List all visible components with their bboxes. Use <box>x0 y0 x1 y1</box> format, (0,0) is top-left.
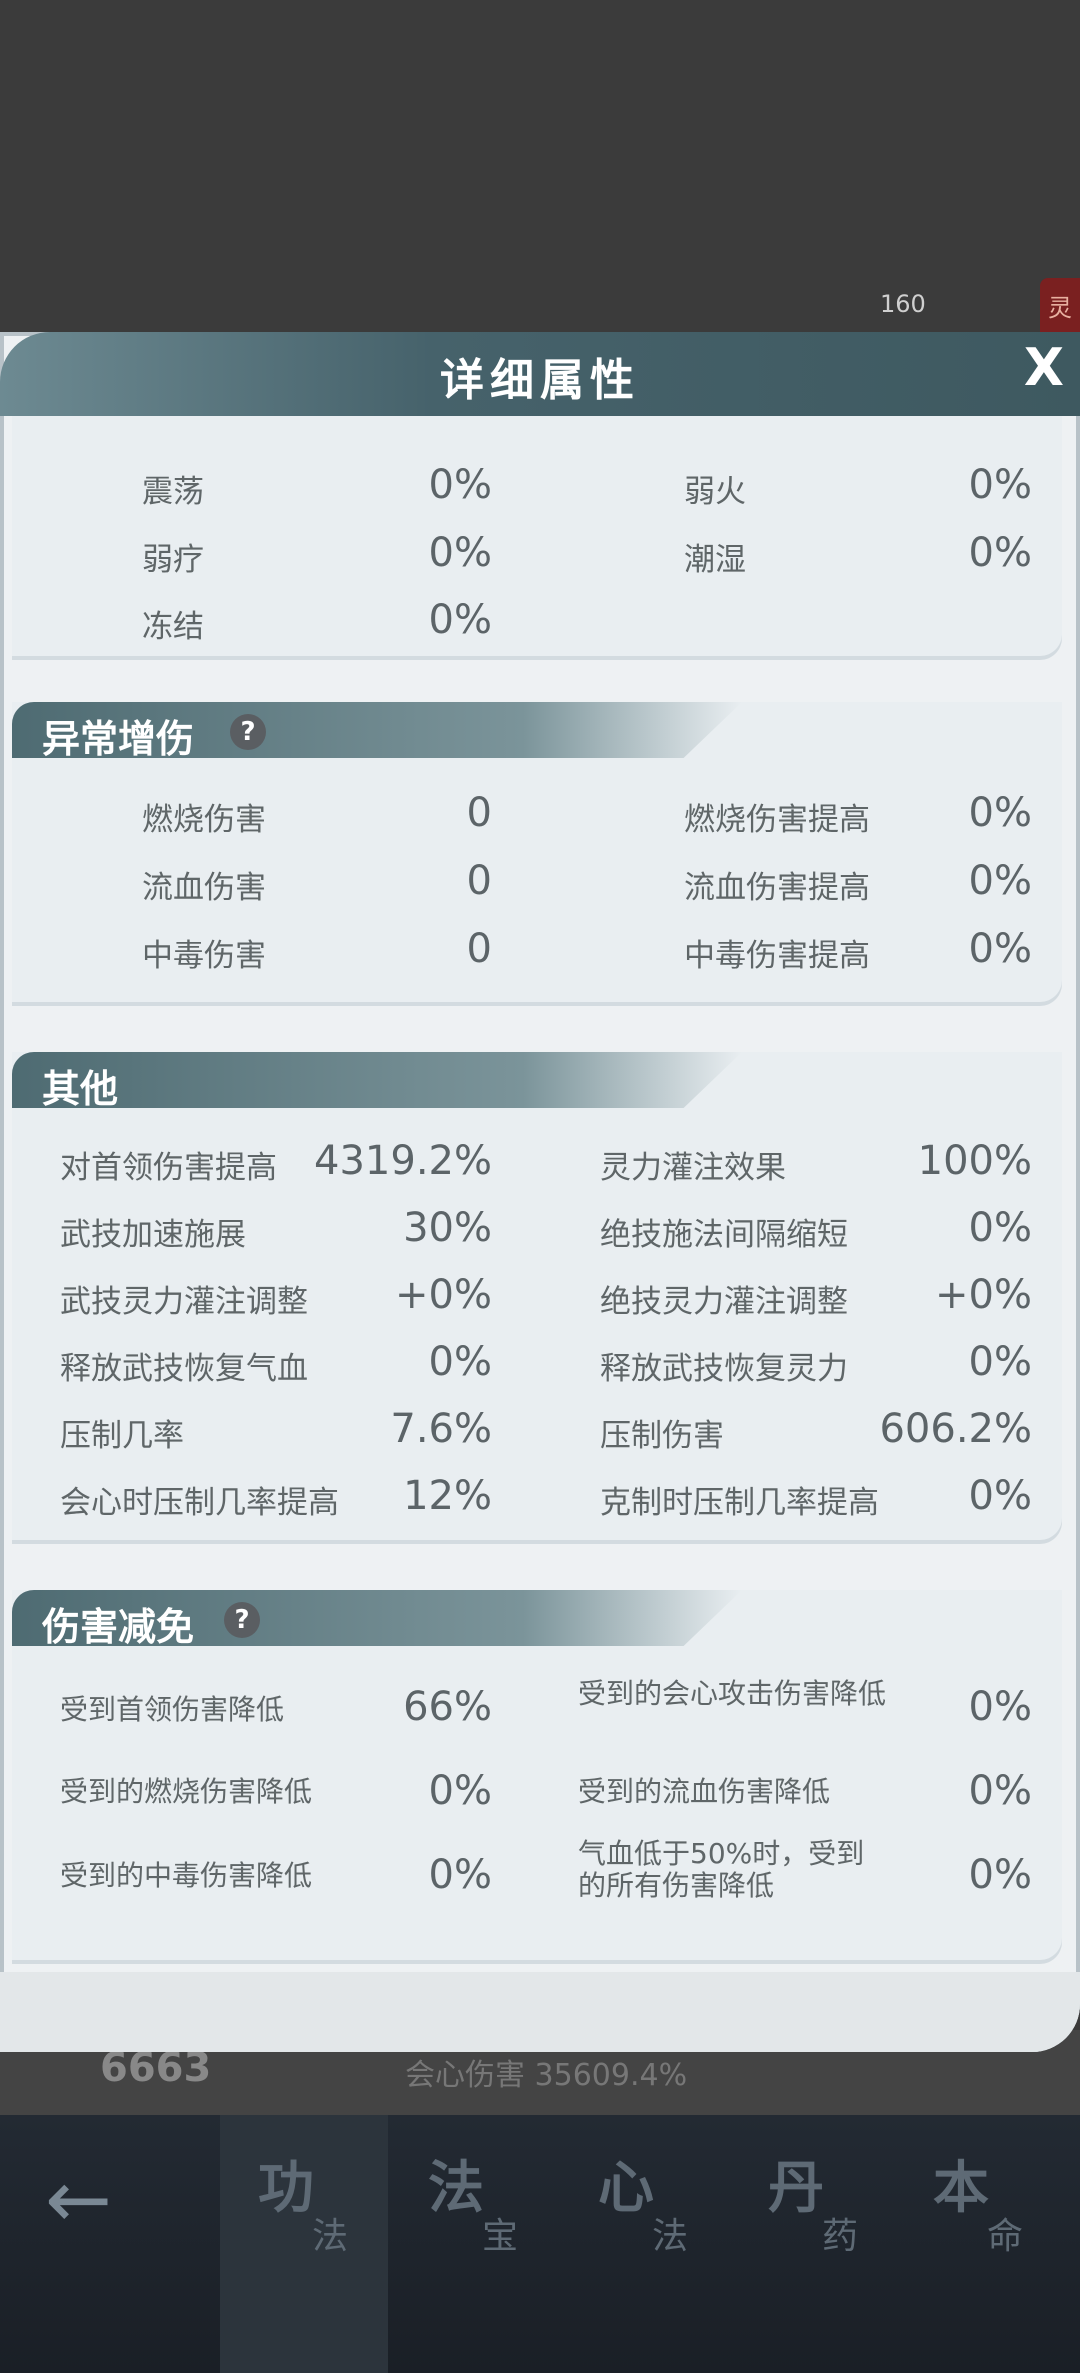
tab-danyao-sub: 药 <box>822 2216 859 2257</box>
stat-value: 0% <box>968 926 1032 972</box>
stat-value: 0% <box>968 1339 1032 1385</box>
section-header: 其他 <box>12 1052 742 1108</box>
stat-value: 4319.2% <box>314 1138 492 1184</box>
dialog-title-bar: 详细属性 X <box>0 332 1080 416</box>
stat-value: 0 <box>466 858 492 904</box>
stat-value: 0% <box>428 462 492 508</box>
dialog-title: 详细属性 <box>440 355 640 406</box>
stat-label: 流血伤害提高 <box>684 870 870 906</box>
background-screen <box>0 0 1080 340</box>
close-icon[interactable]: X <box>1024 342 1064 394</box>
tab-gongfa-sub: 法 <box>312 2216 349 2257</box>
tab-xinfa-sub: 法 <box>652 2216 689 2257</box>
stat-label: 潮湿 <box>684 542 746 578</box>
side-tag-label: 灵 <box>1048 294 1072 322</box>
stat-label: 释放武技恢复灵力 <box>600 1351 848 1387</box>
section-title: 异常增伤 <box>42 717 195 761</box>
stat-value: 7.6% <box>390 1406 492 1452</box>
stat-value: 0 <box>466 790 492 836</box>
stat-value: 0% <box>428 530 492 576</box>
section-header: 伤害减免 ? <box>12 1590 742 1646</box>
detail-attributes-dialog: 详细属性 X 震荡 0% 弱火 0% 弱疗 0% 潮湿 0% 冻结 0% 异常增… <box>0 332 1080 2052</box>
tab-xinfa-label: 心 <box>598 2156 654 2221</box>
tab-danyao[interactable]: 丹 药 <box>730 2115 898 2373</box>
background-strip-text: 会心伤害 35609.4% <box>405 2058 688 2093</box>
stat-value: 0% <box>968 462 1032 508</box>
stat-value: 12% <box>403 1473 492 1519</box>
tab-benming-label: 本 <box>933 2156 989 2221</box>
tab-gongfa-label: 功 <box>258 2156 314 2221</box>
section-title: 伤害减免 <box>42 1605 195 1649</box>
tab-fabao[interactable]: 法 宝 <box>390 2115 558 2373</box>
bottom-navigation: ← 功 法 法 宝 心 法 丹 药 本 命 <box>0 2115 1080 2373</box>
stat-value: +0% <box>395 1272 492 1318</box>
stat-label: 武技加速施展 <box>60 1217 246 1253</box>
stat-value: 606.2% <box>879 1406 1032 1452</box>
stat-value: 0% <box>968 1768 1032 1814</box>
stat-label: 绝技灵力灌注调整 <box>600 1284 848 1320</box>
stat-value: 0% <box>968 1684 1032 1730</box>
stat-label: 压制几率 <box>60 1418 184 1454</box>
stat-value: 66% <box>403 1684 492 1730</box>
stat-value: 30% <box>403 1205 492 1251</box>
tab-gongfa[interactable]: 功 法 <box>220 2115 388 2373</box>
stat-value: 0% <box>428 1852 492 1898</box>
tab-danyao-label: 丹 <box>768 2156 824 2221</box>
tab-fabao-sub: 宝 <box>482 2216 519 2257</box>
stat-value: 0% <box>428 1339 492 1385</box>
stat-value: 0% <box>428 597 492 643</box>
stat-label: 对首领伤害提高 <box>60 1150 277 1186</box>
section-header: 异常增伤 ? <box>12 702 742 758</box>
stat-label: 中毒伤害 <box>142 938 266 974</box>
stat-value: 0% <box>968 1205 1032 1251</box>
stat-value: 100% <box>917 1138 1032 1184</box>
stat-value: 0% <box>968 1852 1032 1898</box>
stat-label: 灵力灌注效果 <box>600 1150 786 1186</box>
stat-label: 流血伤害 <box>142 870 266 906</box>
stat-value: 0% <box>968 1473 1032 1519</box>
tab-xinfa[interactable]: 心 法 <box>560 2115 728 2373</box>
stat-label: 震荡 <box>142 474 204 510</box>
stat-label: 弱火 <box>684 474 746 510</box>
help-icon[interactable]: ? <box>230 714 266 750</box>
stat-value: 0 <box>466 926 492 972</box>
help-icon[interactable]: ? <box>224 1602 260 1638</box>
dialog-bottom-padding <box>0 1972 1080 2052</box>
stat-label: 武技灵力灌注调整 <box>60 1284 308 1320</box>
stat-value: 0% <box>428 1768 492 1814</box>
stat-label: 中毒伤害提高 <box>684 938 870 974</box>
tab-fabao-label: 法 <box>428 2156 484 2221</box>
stat-label: 燃烧伤害提高 <box>684 802 870 838</box>
damage-reduction-section: 伤害减免 ? 受到首领伤害降低 66% 受到的会心攻击伤害降低 0% 受到的燃烧… <box>12 1590 1062 1960</box>
stat-label: 燃烧伤害 <box>142 802 266 838</box>
stat-label: 冻结 <box>142 609 204 645</box>
tab-benming-sub: 命 <box>987 2216 1024 2257</box>
stat-value: 0% <box>968 530 1032 576</box>
other-section: 其他 对首领伤害提高 4319.2% 灵力灌注效果 100% 武技加速施展 30… <box>12 1052 1062 1540</box>
stat-label: 压制伤害 <box>600 1418 724 1454</box>
tab-benming[interactable]: 本 命 <box>895 2115 1063 2373</box>
stat-label: 绝技施法间隔缩短 <box>600 1217 848 1253</box>
stat-value: 0% <box>968 790 1032 836</box>
stat-value: 0% <box>968 858 1032 904</box>
background-level-number: 160 <box>880 290 926 318</box>
back-arrow-icon[interactable]: ← <box>45 2160 112 2240</box>
resist-section: 震荡 0% 弱火 0% 弱疗 0% 潮湿 0% 冻结 0% <box>12 416 1062 656</box>
abnormal-damage-section: 异常增伤 ? 燃烧伤害 0 燃烧伤害提高 0% 流血伤害 0 流血伤害提高 0%… <box>12 702 1062 1002</box>
stat-label: 弱疗 <box>142 542 204 578</box>
section-title: 其他 <box>42 1067 119 1111</box>
stat-label: 释放武技恢复气血 <box>60 1351 308 1387</box>
stat-value: +0% <box>935 1272 1032 1318</box>
